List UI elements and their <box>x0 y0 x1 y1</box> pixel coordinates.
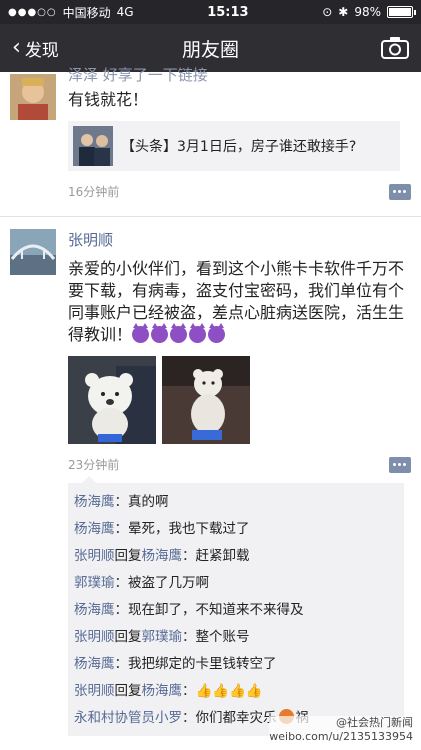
comment-author[interactable]: 张明顺 <box>74 548 115 564</box>
bluetooth-icon: ✱ <box>338 5 349 19</box>
comment-text: 整个账号 <box>195 629 250 645</box>
battery-icon <box>387 6 416 18</box>
shared-link-card[interactable]: 【头条】3月1日后，房子谁还敢接手? <box>68 121 400 171</box>
comment-author[interactable]: 永和村协管员小罗 <box>74 710 182 726</box>
page-title: 朋友圈 <box>181 38 239 61</box>
battery-percent: 98% <box>354 5 381 19</box>
photo-thumbnail[interactable] <box>162 356 250 444</box>
post-body: 张明顺 亲爱的小伙伴们，看到这个小熊卡卡软件千万不要下载，有病毒，盗支付宝密码，… <box>68 229 411 736</box>
comment-author[interactable]: 杨海鹰 <box>74 521 115 537</box>
comment-author[interactable]: 张明顺 <box>74 683 115 699</box>
reply-to-author[interactable]: 杨海鹰 <box>142 683 183 699</box>
reply-word: 回复 <box>114 548 142 564</box>
post: 张明顺 亲爱的小伙伴们，看到这个小熊卡卡软件千万不要下载，有病毒，盗支付宝密码，… <box>0 217 421 736</box>
camera-icon[interactable] <box>381 36 409 60</box>
thumbs-up-emoji-icon: 👍👍👍👍 <box>195 683 263 699</box>
post-time: 16分钟前 <box>68 185 120 199</box>
post-username[interactable]: 泽泽 好享了一下链接 <box>68 64 411 85</box>
post-username[interactable]: 张明顺 <box>68 229 411 250</box>
comment-text: 真的啊 <box>128 494 169 510</box>
comment-list: 杨海鹰：真的啊 杨海鹰：晕死，我也下载过了 张明顺回复杨海鹰：赶紧卸载 郭璞瑜：… <box>68 476 404 736</box>
reply-to-author[interactable]: 郭璞瑜 <box>142 629 183 645</box>
avatar[interactable] <box>10 74 56 120</box>
reply-word: 回复 <box>114 683 142 699</box>
post-body: 泽泽 好享了一下链接 有钱就花！ 【头条】3月1日后，房子谁还敢接手? 16分钟… <box>68 66 411 216</box>
reply-word: 回复 <box>114 629 142 645</box>
post-meta: 23分钟前 <box>68 456 411 473</box>
comment-text: 你们都幸灾乐 <box>195 710 277 726</box>
network-label: 4G <box>116 5 134 19</box>
status-left: ●●●○○ 中国移动 4G <box>8 4 134 21</box>
comment-author[interactable]: 杨海鹰 <box>74 656 115 672</box>
link-title: 【头条】3月1日后，房子谁还敢接手? <box>121 139 357 155</box>
post-meta: 16分钟前 <box>68 183 411 200</box>
comment-item[interactable]: 张明顺回复郭璞瑜：整个账号 <box>74 624 398 651</box>
devil-emoji-icon <box>132 323 227 344</box>
post-text-content: 亲爱的小伙伴们，看到这个小熊卡卡软件千万不要下载，有病毒，盗支付宝密码，我们单位… <box>68 259 405 344</box>
comment-author[interactable]: 杨海鹰 <box>74 602 115 618</box>
weibo-watermark: @社会热门新闻 weibo.com/u/2135133954 <box>269 716 413 744</box>
comment-text: 现在卸了，不知道来不来得及 <box>128 602 304 618</box>
comment-item[interactable]: 杨海鹰：真的啊 <box>74 489 398 516</box>
comment-author[interactable]: 杨海鹰 <box>74 494 115 510</box>
comment-item[interactable]: 杨海鹰：我把绑定的卡里钱转空了 <box>74 651 398 678</box>
comment-item[interactable]: 张明顺回复杨海鹰：👍👍👍👍 <box>74 678 398 705</box>
carrier-label: 中国移动 <box>62 5 111 20</box>
status-bar: ●●●○○ 中国移动 4G 15:13 ⊙ ✱ 98% <box>0 0 421 24</box>
comment-menu-icon[interactable] <box>389 183 411 200</box>
comment-text: 被盗了几万啊 <box>128 575 209 591</box>
link-thumbnail <box>73 126 113 166</box>
post-text: 有钱就花！ <box>68 90 149 109</box>
comment-item[interactable]: 张明顺回复杨海鹰：赶紧卸载 <box>74 543 398 570</box>
back-button[interactable]: ‹ 发现 <box>12 36 59 61</box>
lock-rotation-icon: ⊙ <box>322 5 333 19</box>
post-time: 23分钟前 <box>68 458 120 472</box>
comment-item[interactable]: 杨海鹰：晕死，我也下载过了 <box>74 516 398 543</box>
status-time: 15:13 <box>207 4 249 20</box>
comment-author[interactable]: 张明顺 <box>74 629 115 645</box>
comment-menu-icon[interactable] <box>389 456 411 473</box>
status-right: ⊙ ✱ 98% <box>322 5 416 19</box>
comment-text: 晕死，我也下载过了 <box>128 521 250 537</box>
post-text: 亲爱的小伙伴们，看到这个小熊卡卡软件千万不要下载，有病毒，盗支付宝密码，我们单位… <box>68 258 408 346</box>
back-label: 发现 <box>24 40 59 61</box>
watermark-handle: @社会热门新闻 <box>336 716 413 729</box>
chevron-left-icon: ‹ <box>12 35 21 60</box>
comment-item[interactable]: 郭璞瑜：被盗了几万啊 <box>74 570 398 597</box>
comment-text: 我把绑定的卡里钱转空了 <box>128 656 277 672</box>
photo-grid <box>68 356 411 444</box>
photo-thumbnail[interactable] <box>68 356 156 444</box>
avatar[interactable] <box>10 229 56 275</box>
comment-author[interactable]: 郭璞瑜 <box>74 575 115 591</box>
moments-feed: 泽泽 好享了一下链接 有钱就花！ 【头条】3月1日后，房子谁还敢接手? 16分钟… <box>0 66 421 736</box>
comment-item[interactable]: 杨海鹰：现在卸了，不知道来不来得及 <box>74 597 398 624</box>
post: 泽泽 好享了一下链接 有钱就花！ 【头条】3月1日后，房子谁还敢接手? 16分钟… <box>0 66 421 217</box>
comment-text: 赶紧卸载 <box>195 548 250 564</box>
signal-icon: ●●●○○ <box>8 6 57 18</box>
reply-to-author[interactable]: 杨海鹰 <box>142 548 183 564</box>
watermark-url: weibo.com/u/2135133954 <box>269 730 413 743</box>
